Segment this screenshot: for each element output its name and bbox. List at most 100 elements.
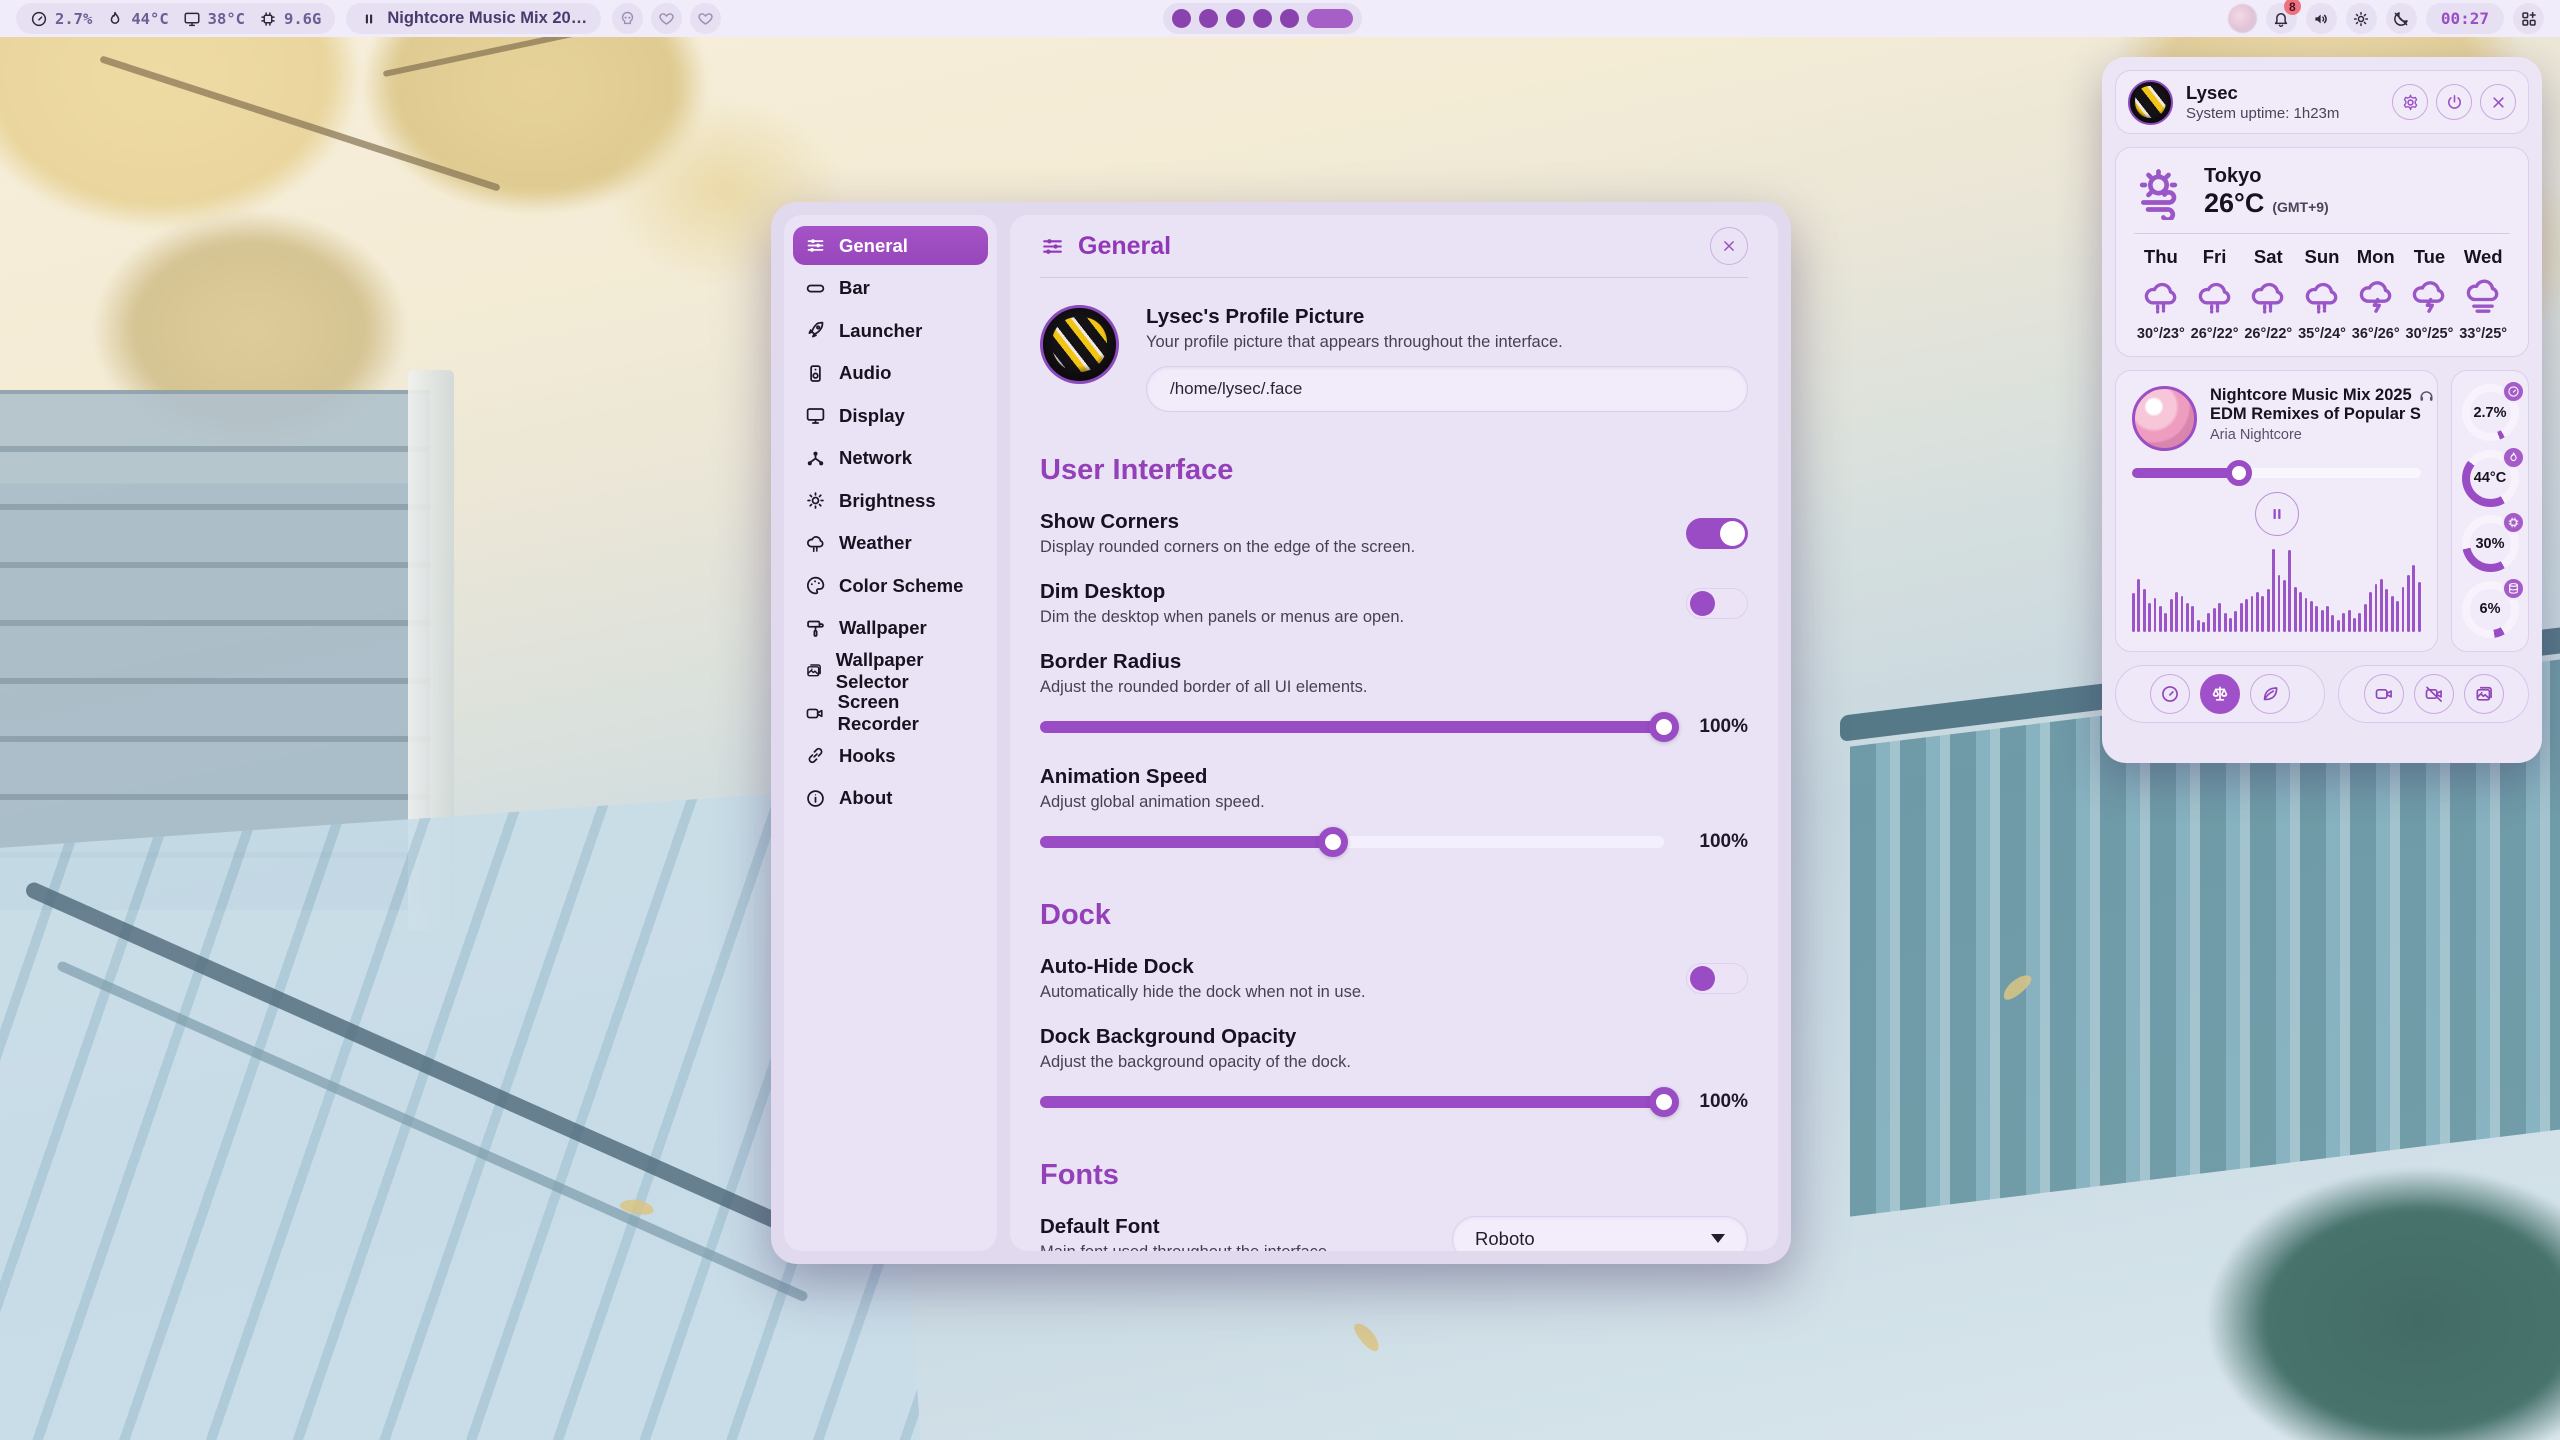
setting-description: Main font used throughout the interface. [1040, 1243, 1332, 1251]
sidebar-item[interactable]: Hooks [793, 736, 988, 775]
stat-item: 2.7% [30, 10, 92, 28]
dim-desktop-toggle[interactable] [1686, 588, 1748, 619]
sidebar-item[interactable]: Audio [793, 354, 988, 393]
slider-knob[interactable] [1649, 1087, 1679, 1117]
settings-button[interactable] [2392, 84, 2428, 120]
power-profile-button[interactable] [2150, 674, 2190, 714]
power-profile-button[interactable] [2250, 674, 2290, 714]
sidebar-item[interactable]: Screen Recorder [793, 694, 988, 733]
tray-icon [619, 10, 636, 27]
sidebar-item-label: Display [839, 405, 905, 427]
sidebar-item-icon [805, 278, 826, 299]
sidebar-item[interactable]: Brightness [793, 481, 988, 520]
power-profile-button[interactable] [2200, 674, 2240, 714]
system-stats-pill[interactable]: 2.7% 44°C 38°C 9.6G [16, 3, 335, 34]
utility-icon [2374, 684, 2394, 704]
sidebar-item-icon [805, 788, 826, 809]
utility-button[interactable] [2464, 674, 2504, 714]
system-gauges-card: 2.7% 44°C 30% 6% [2451, 370, 2529, 652]
headphones-icon [2418, 387, 2435, 404]
border-radius-slider[interactable] [1040, 721, 1664, 733]
media-progress-slider[interactable] [2132, 468, 2421, 478]
sidebar-item[interactable]: Bar [793, 269, 988, 308]
media-pill[interactable]: Nightcore Music Mix 20… [346, 3, 601, 34]
power-button[interactable] [2436, 84, 2472, 120]
slider-knob[interactable] [1649, 712, 1679, 742]
sidebar-item-icon [805, 448, 826, 469]
brightness-button[interactable] [2346, 3, 2377, 34]
sidebar-item[interactable]: Network [793, 439, 988, 478]
settings-sidebar: General Bar Launcher Audio Display Netwo… [784, 215, 997, 1251]
utility-button[interactable] [2364, 674, 2404, 714]
setting-description: Dim the desktop when panels or menus are… [1040, 608, 1404, 627]
forecast-temps: 33°/25° [2459, 326, 2507, 342]
slider-value: 100% [1684, 1091, 1748, 1113]
sidebar-item[interactable]: Launcher [793, 311, 988, 350]
setting-title: Border Radius [1040, 650, 1748, 674]
show-corners-toggle[interactable] [1686, 518, 1748, 549]
close-button[interactable] [1710, 227, 1748, 265]
utility-button[interactable] [2414, 674, 2454, 714]
section-heading-user-interface: User Interface [1040, 454, 1748, 487]
sidebar-item[interactable]: Color Scheme [793, 566, 988, 605]
user-card: Lysec System uptime: 1h23m [2115, 70, 2529, 134]
sidebar-item[interactable]: Weather [793, 524, 988, 563]
sidebar-item-label: Hooks [839, 745, 896, 767]
workspace-dot[interactable] [1253, 9, 1272, 28]
sidebar-item[interactable]: General [793, 226, 988, 265]
sidebar-item-label: Network [839, 447, 912, 469]
default-font-dropdown[interactable]: Roboto [1452, 1216, 1748, 1252]
stat-item: 44°C [106, 10, 168, 28]
stat-item: 38°C [183, 10, 245, 28]
sidebar-item[interactable]: Wallpaper Selector [793, 651, 988, 690]
sidebar-item-icon [805, 235, 826, 256]
tray-app-icon[interactable] [2228, 4, 2257, 33]
sidebar-item-label: Screen Recorder [838, 691, 976, 735]
profile-description: Your profile picture that appears throug… [1146, 333, 1748, 352]
clock[interactable]: 00:27 [2426, 3, 2504, 34]
play-pause-button[interactable] [2255, 492, 2299, 536]
auto-hide-dock-toggle[interactable] [1686, 963, 1748, 994]
forecast-temps: 30°/25° [2406, 326, 2454, 342]
forecast-day: Sat 26°/22° [2241, 246, 2295, 342]
sidebar-item-icon [805, 703, 825, 724]
section-heading-fonts: Fonts [1040, 1159, 1748, 1192]
tray-icon-button[interactable] [690, 3, 721, 34]
workspace-dot[interactable] [1280, 9, 1299, 28]
animation-speed-slider[interactable] [1040, 836, 1664, 848]
sidebar-item-icon [805, 533, 826, 554]
sidebar-item[interactable]: Wallpaper [793, 609, 988, 648]
sidebar-item-icon [805, 320, 826, 341]
utility-icon [2424, 684, 2444, 704]
tray-icon-button[interactable] [612, 3, 643, 34]
forecast-temps: 36°/26° [2352, 326, 2400, 342]
forecast-day-name: Thu [2144, 246, 2178, 268]
stat-value: 2.7% [55, 10, 92, 28]
night-light-button[interactable] [2386, 3, 2417, 34]
workspace-dot[interactable] [1226, 9, 1245, 28]
workspace-dot[interactable] [1172, 9, 1191, 28]
sidebar-item[interactable]: About [793, 779, 988, 818]
stat-icon [259, 10, 277, 28]
profile-title: Lysec's Profile Picture [1146, 305, 1748, 329]
stat-value: 38°C [208, 10, 245, 28]
settings-header: General [1040, 215, 1748, 278]
workspace-dot[interactable] [1307, 9, 1353, 28]
slider-knob[interactable] [2226, 460, 2252, 486]
profile-path-input[interactable]: /home/lysec/.face [1146, 366, 1748, 412]
overview-button[interactable] [2513, 3, 2544, 34]
forecast-day-name: Mon [2357, 246, 2395, 268]
stat-value: 9.6G [284, 10, 321, 28]
panel-close-button[interactable] [2480, 84, 2516, 120]
weather-card: Tokyo 26°C (GMT+9) Thu 30°/23° Fri 26°/2… [2115, 147, 2529, 357]
workspace-indicator[interactable] [1163, 3, 1362, 34]
sidebar-item[interactable]: Display [793, 396, 988, 435]
volume-button[interactable] [2306, 3, 2337, 34]
stat-item: 9.6G [259, 10, 321, 28]
power-icon [2445, 93, 2464, 112]
tray-icon-button[interactable] [651, 3, 682, 34]
workspace-dot[interactable] [1199, 9, 1218, 28]
slider-knob[interactable] [1318, 827, 1348, 857]
dock-opacity-slider[interactable] [1040, 1096, 1664, 1108]
forecast-day-name: Wed [2464, 246, 2503, 268]
